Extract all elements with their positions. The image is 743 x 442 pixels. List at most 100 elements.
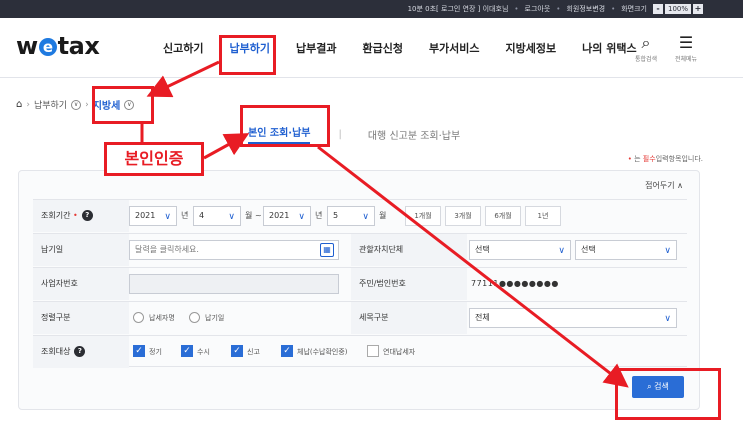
due-date-label: 납기일 <box>33 234 129 266</box>
tab-proxy-inquiry[interactable]: 대행 신고분 조회·납부 <box>368 127 460 142</box>
nav-refund[interactable]: 환급신청 <box>349 40 415 56</box>
target-checkbox-report[interactable]: ✓ <box>231 345 243 357</box>
zoom-value: 100% <box>664 4 691 14</box>
chevron-down-icon[interactable]: ∨ <box>71 99 82 110</box>
sort-option-due-date: 납기일 <box>205 314 225 322</box>
nav-local-tax-info[interactable]: 지방세정보 <box>493 40 570 56</box>
sort-radio-taxpayer[interactable] <box>133 312 144 323</box>
jurisdiction-label: 관할자치단체 <box>351 234 467 266</box>
target-option-joint-taxpayer: 연대납세자 <box>383 348 416 356</box>
nav-report[interactable]: 신고하기 <box>150 40 216 56</box>
chevron-down-icon: ∨ <box>362 212 369 222</box>
business-no-input[interactable] <box>129 274 339 294</box>
member-info-link[interactable]: 회원정보변경 <box>566 4 605 14</box>
target-label-text: 조회대상 <box>41 347 71 356</box>
tab-divider: | <box>338 128 342 140</box>
quick-1month-button[interactable]: 1개월 <box>405 206 441 226</box>
logo-letters-tax: tax <box>57 32 100 60</box>
from-month-value: 4 <box>199 211 205 220</box>
jurisdiction-select1-value: 선택 <box>475 245 490 254</box>
search-icon: ⌕ <box>641 33 651 52</box>
annotation-box-local-tax <box>92 86 154 124</box>
wetax-logo[interactable]: w e tax <box>16 32 100 60</box>
menu-caption: 전체메뉴 <box>674 56 698 63</box>
top-utility-bar: 10분 0초[ 로그인 연장 ] 이대호님 • 로그아웃 • 회원정보변경 • … <box>0 0 743 18</box>
period-label-text: 조회기간 <box>41 211 71 220</box>
target-checkbox-regular[interactable]: ✓ <box>133 345 145 357</box>
jurisdiction-city-select[interactable]: 선택 ∨ <box>575 240 677 260</box>
jurisdiction-select2-value: 선택 <box>581 245 596 254</box>
calendar-icon[interactable]: ▦ <box>320 243 334 257</box>
annotation-box-search <box>615 368 721 420</box>
inquiry-form-panel: 접어두기 ∧ 조회기간 •? 2021 ∨ 년 4 ∨ 월 ~ 2021 ∨ 년 5 ∨… <box>18 170 700 410</box>
tax-type-select[interactable]: 전체 ∨ <box>469 308 677 328</box>
target-option-occasional: 수시 <box>197 348 210 356</box>
breadcrumb-separator-icon: › <box>85 99 89 110</box>
quick-3month-button[interactable]: 3개월 <box>445 206 481 226</box>
target-checkbox-arrears[interactable]: ✓ <box>281 345 293 357</box>
home-icon[interactable]: ⌂ <box>16 99 22 110</box>
range-separator: ~ <box>255 211 262 220</box>
chevron-down-icon: ∨ <box>664 246 671 256</box>
target-label: 조회대상? <box>33 336 129 368</box>
unit-month: 월 <box>245 211 253 220</box>
help-icon[interactable]: ? <box>81 210 93 221</box>
nav-extra-services[interactable]: 부가서비스 <box>416 40 493 56</box>
collapse-button[interactable]: 접어두기 ∧ <box>645 180 683 191</box>
target-option-arrears: 체납(수납확인중) <box>297 348 348 356</box>
row-sort-taxtype: 정렬구분 납세자명 납기일 세목구분 전체 ∨ <box>33 301 687 334</box>
business-no-label: 사업자번호 <box>33 268 129 300</box>
zoom-in-button[interactable]: + <box>693 4 703 14</box>
bullet-separator: • <box>556 5 561 13</box>
target-checkbox-occasional[interactable]: ✓ <box>181 345 193 357</box>
unit-year: 년 <box>315 211 323 220</box>
unit-month: 월 <box>379 211 387 220</box>
chevron-up-icon: ∧ <box>677 181 683 190</box>
logo-letter-e: e <box>38 38 57 56</box>
menu-shortcut[interactable]: ☰ 전체메뉴 <box>670 33 702 64</box>
to-month-select[interactable]: 5 ∨ <box>327 206 375 226</box>
target-checkbox-joint-taxpayer[interactable]: ✓ <box>367 345 379 357</box>
bullet-separator: • <box>611 5 616 13</box>
tax-type-label: 세목구분 <box>351 302 467 334</box>
due-date-placeholder: 달력을 클릭하세요. <box>135 245 199 254</box>
required-note: • 는 필수입력항목입니다. <box>628 154 703 164</box>
row-period: 조회기간 •? 2021 ∨ 년 4 ∨ 월 ~ 2021 ∨ 년 5 ∨ 월 1개월 … <box>33 199 687 232</box>
jurisdiction-province-select[interactable]: 선택 ∨ <box>469 240 571 260</box>
site-header: w e tax 신고하기 납부하기 납부결과 환급신청 부가서비스 지방세정보 나의… <box>0 18 743 78</box>
from-year-select[interactable]: 2021 ∨ <box>129 206 177 226</box>
nav-payment-result[interactable]: 납부결과 <box>283 40 349 56</box>
help-icon[interactable]: ? <box>74 346 86 357</box>
row-due-date: 납기일 달력을 클릭하세요. ▦ 관할자치단체 선택 ∨ 선택 ∨ <box>33 233 687 266</box>
to-month-value: 5 <box>333 211 339 220</box>
quick-1year-button[interactable]: 1년 <box>525 206 561 226</box>
annotation-box-self-tab <box>240 105 330 147</box>
due-date-input[interactable]: 달력을 클릭하세요. ▦ <box>129 240 339 260</box>
to-year-select[interactable]: 2021 ∨ <box>263 206 311 226</box>
zoom-out-button[interactable]: - <box>652 4 663 14</box>
tax-type-value: 전체 <box>475 313 490 322</box>
to-year-value: 2021 <box>269 211 290 220</box>
chevron-down-icon: ∨ <box>558 246 565 256</box>
arrow-label-to-tab <box>203 133 250 160</box>
breadcrumb-level1[interactable]: 납부하기 <box>34 98 67 111</box>
chevron-down-icon: ∨ <box>164 212 171 222</box>
sort-option-taxpayer: 납세자명 <box>149 314 175 322</box>
resident-no-value: 77111●●●●●●●● <box>471 279 559 288</box>
required-dot: • <box>70 211 78 220</box>
period-label: 조회기간 •? <box>33 200 129 232</box>
session-timer-text[interactable]: 10분 0초[ 로그인 연장 ] 이대호님 <box>408 4 509 14</box>
quick-6month-button[interactable]: 6개월 <box>485 206 521 226</box>
from-month-select[interactable]: 4 ∨ <box>193 206 241 226</box>
required-mark: 필수 <box>642 155 656 163</box>
sort-radio-due-date[interactable] <box>189 312 200 323</box>
chevron-down-icon: ∨ <box>298 212 305 222</box>
logo-letter-w: w <box>16 32 38 60</box>
required-star: • <box>627 155 632 163</box>
target-option-report: 신고 <box>247 348 260 356</box>
search-shortcut[interactable]: ⌕ 통합검색 <box>630 33 662 64</box>
logout-link[interactable]: 로그아웃 <box>525 4 551 14</box>
required-note-suffix: 입력항목입니다. <box>655 155 703 163</box>
annotation-box-payment-nav <box>219 35 276 75</box>
hamburger-menu-icon: ☰ <box>678 33 694 52</box>
